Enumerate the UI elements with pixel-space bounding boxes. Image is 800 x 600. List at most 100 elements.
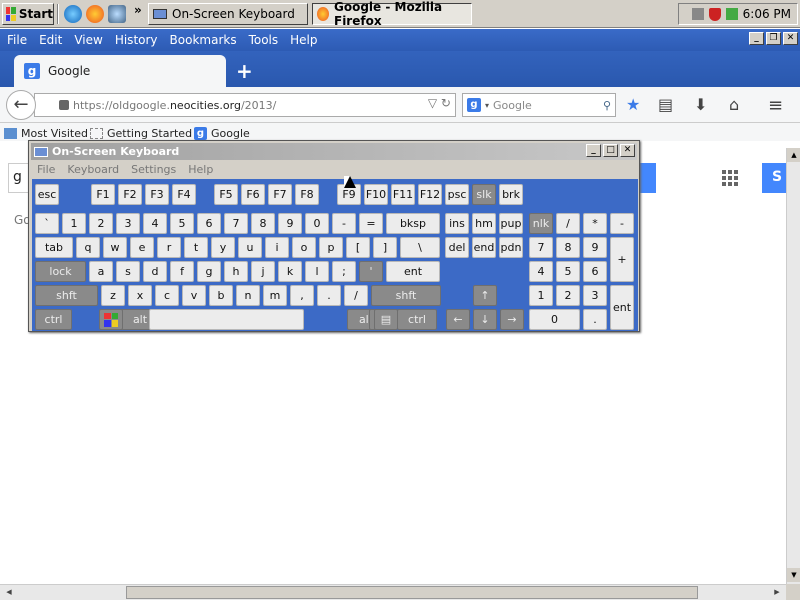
shield-icon[interactable]: [708, 7, 721, 21]
osk-key-1-17[interactable]: nlk: [529, 213, 553, 234]
osk-key-3-6[interactable]: h: [224, 261, 248, 282]
osk-key-3-14[interactable]: 5: [556, 261, 580, 282]
osk-key-4-12[interactable]: ↑: [473, 285, 497, 306]
osk-key-4-0[interactable]: shft: [35, 285, 98, 306]
horizontal-scrollbar[interactable]: ◀ ▶: [0, 584, 786, 600]
osk-key-2-0[interactable]: tab: [35, 237, 73, 258]
internet-explorer-icon[interactable]: [64, 5, 82, 23]
osk-key-2-15[interactable]: end: [472, 237, 496, 258]
osk-key-2-20[interactable]: +: [610, 237, 634, 282]
osk-key-1-2[interactable]: 2: [89, 213, 113, 234]
osk-key-0-13[interactable]: psc: [445, 184, 469, 205]
osk-key-0-15[interactable]: brk: [499, 184, 523, 205]
osk-close-button[interactable]: ✕: [620, 144, 635, 157]
menu-bookmarks[interactable]: Bookmarks: [170, 33, 237, 47]
osk-key-4-13[interactable]: 1: [529, 285, 553, 306]
osk-key-3-10[interactable]: ;: [332, 261, 356, 282]
osk-key-2-3[interactable]: e: [130, 237, 154, 258]
osk-key-3-9[interactable]: l: [305, 261, 329, 282]
osk-key-4-9[interactable]: .: [317, 285, 341, 306]
osk-key-3-2[interactable]: s: [116, 261, 140, 282]
network-icon[interactable]: [725, 8, 738, 20]
taskbar-button-osk[interactable]: On-Screen Keyboard: [148, 3, 308, 25]
search-bar[interactable]: g ▾ Google ⚲: [462, 93, 616, 117]
osk-key-4-6[interactable]: n: [236, 285, 260, 306]
firefox-icon[interactable]: [86, 5, 104, 23]
osk-space-bar[interactable]: [149, 309, 304, 330]
tab-google[interactable]: g Google: [14, 55, 226, 87]
osk-key-1-12[interactable]: =: [359, 213, 383, 234]
osk-key-1-8[interactable]: 8: [251, 213, 275, 234]
osk-key-0-6[interactable]: F6: [241, 184, 265, 205]
osk-key-2-2[interactable]: w: [103, 237, 127, 258]
scroll-right-icon[interactable]: ▶: [770, 586, 784, 599]
osk-key-4-4[interactable]: v: [182, 285, 206, 306]
osk-key-3-12[interactable]: ent: [386, 261, 440, 282]
osk-key-1-5[interactable]: 5: [170, 213, 194, 234]
osk-key-1-0[interactable]: `: [35, 213, 59, 234]
menu-tools[interactable]: Tools: [249, 33, 279, 47]
osk-key-4-7[interactable]: m: [263, 285, 287, 306]
bookmark-most-visited[interactable]: Most Visited: [4, 127, 88, 140]
osk-key-1-4[interactable]: 4: [143, 213, 167, 234]
osk-key-3-4[interactable]: f: [170, 261, 194, 282]
magnifier-icon[interactable]: ⚲: [603, 99, 611, 112]
osk-key-0-8[interactable]: F8: [295, 184, 319, 205]
horizontal-scroll-thumb[interactable]: [126, 586, 698, 599]
osk-key-5-6[interactable]: →: [500, 309, 524, 330]
osk-key-5-5[interactable]: ↓: [473, 309, 497, 330]
osk-menu-file[interactable]: File: [37, 163, 55, 176]
menu-help[interactable]: Help: [290, 33, 317, 47]
osk-key-1-3[interactable]: 3: [116, 213, 140, 234]
osk-key-3-7[interactable]: j: [251, 261, 275, 282]
osk-key-1-6[interactable]: 6: [197, 213, 221, 234]
osk-key-0-10[interactable]: F10: [364, 184, 388, 205]
osk-key-2-12[interactable]: ]: [373, 237, 397, 258]
new-tab-icon[interactable]: +: [236, 59, 253, 83]
osk-key-1-11[interactable]: -: [332, 213, 356, 234]
osk-key-4-3[interactable]: c: [155, 285, 179, 306]
osk-key-1-10[interactable]: 0: [305, 213, 329, 234]
osk-key-3-8[interactable]: k: [278, 261, 302, 282]
osk-key-0-11[interactable]: F11: [391, 184, 415, 205]
reading-list-icon[interactable]: ▤: [658, 95, 673, 114]
home-icon[interactable]: ⌂: [729, 95, 739, 114]
osk-key-1-15[interactable]: hm: [472, 213, 496, 234]
quicklaunch-chevron-icon[interactable]: »: [134, 3, 142, 17]
osk-key-2-11[interactable]: [: [346, 237, 370, 258]
osk-key-4-5[interactable]: b: [209, 285, 233, 306]
osk-key-1-14[interactable]: ins: [445, 213, 469, 234]
apps-grid-icon[interactable]: [722, 170, 738, 186]
osk-key-1-19[interactable]: *: [583, 213, 607, 234]
menu-file[interactable]: File: [7, 33, 27, 47]
scroll-left-icon[interactable]: ◀: [2, 586, 16, 599]
osk-menu-key[interactable]: ▤: [374, 309, 398, 330]
osk-key-2-7[interactable]: u: [238, 237, 262, 258]
menu-icon[interactable]: ≡: [768, 95, 783, 116]
osk-key-0-3[interactable]: F3: [145, 184, 169, 205]
osk-key-2-8[interactable]: i: [265, 237, 289, 258]
taskbar-button-firefox[interactable]: Google - Mozilla Firefox: [312, 0, 472, 28]
osk-key-5-7[interactable]: 0: [529, 309, 580, 330]
win-key-left[interactable]: [99, 309, 123, 330]
start-button[interactable]: Start: [2, 3, 54, 25]
osk-key-0-5[interactable]: F5: [214, 184, 238, 205]
scroll-down-icon[interactable]: ▼: [787, 568, 800, 582]
osk-key-2-1[interactable]: q: [76, 237, 100, 258]
osk-key-3-15[interactable]: 6: [583, 261, 607, 282]
menu-view[interactable]: View: [74, 33, 102, 47]
url-bar[interactable]: https://oldgoogle. neocities.org/2013/ ▽ …: [34, 93, 456, 117]
osk-key-4-10[interactable]: /: [344, 285, 368, 306]
osk-key-5-0[interactable]: ctrl: [35, 309, 72, 330]
osk-key-4-2[interactable]: x: [128, 285, 152, 306]
osk-key-2-10[interactable]: p: [319, 237, 343, 258]
osk-key-4-1[interactable]: z: [101, 285, 125, 306]
osk-key-1-9[interactable]: 9: [278, 213, 302, 234]
osk-titlebar[interactable]: On-Screen Keyboard _ □ ✕: [31, 143, 637, 160]
osk-key-3-11[interactable]: ': [359, 261, 383, 282]
bookmark-star-icon[interactable]: ★: [626, 95, 640, 114]
osk-key-5-8[interactable]: .: [583, 309, 607, 330]
url-dropdown-reload-icons[interactable]: ▽ ↻: [428, 96, 451, 110]
osk-key-0-2[interactable]: F2: [118, 184, 142, 205]
osk-key-4-11[interactable]: shft: [371, 285, 441, 306]
